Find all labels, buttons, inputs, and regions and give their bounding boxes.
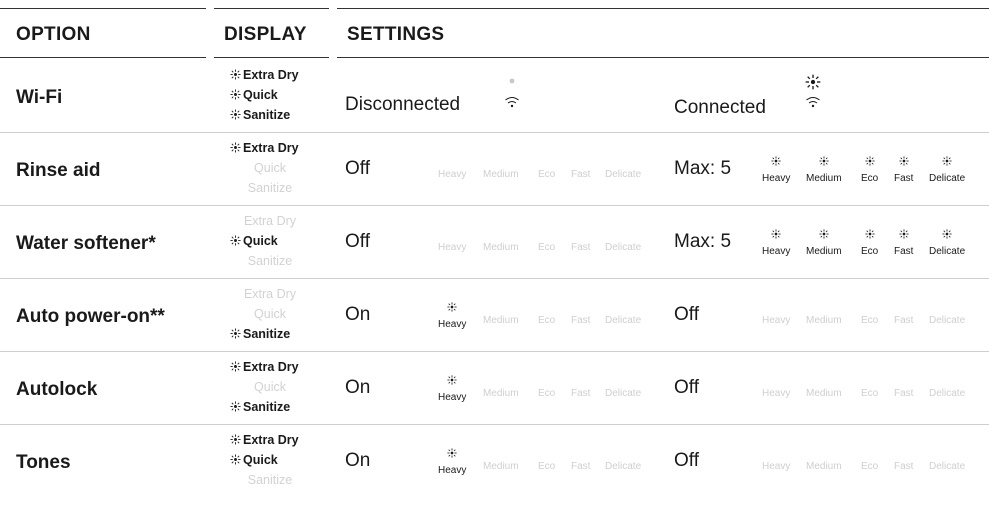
programs-right: Heavy Medium Eco Fast Delicate [0, 444, 989, 484]
program-label: Fast [894, 315, 914, 326]
setting-right-state: Connected [674, 97, 766, 118]
wifi-indicator-off-icon [500, 74, 524, 119]
program-indicator: Fast [894, 152, 913, 185]
header-settings: SETTINGS [347, 24, 445, 45]
program-label: Medium [806, 173, 842, 184]
program-indicator: Delicate [929, 371, 965, 400]
program-label: Eco [861, 173, 879, 184]
program-label: Delicate [929, 246, 966, 257]
programs-right: Heavy Medium Eco Fast Delicate [0, 152, 989, 192]
program-indicator: Eco [861, 298, 878, 327]
program-label: Medium [806, 315, 842, 326]
program-indicator: Medium [806, 371, 842, 400]
display-item-label: Extra Dry [243, 68, 299, 82]
setting-left-state: Disconnected [345, 94, 461, 115]
program-indicator: Delicate [929, 152, 965, 185]
display-item: Extra Dry [230, 65, 310, 85]
program-indicator: Eco [861, 152, 878, 185]
header-option: OPTION [16, 24, 91, 45]
program-indicator: Heavy [762, 444, 790, 473]
program-indicator: Delicate [929, 225, 965, 258]
program-indicator: Heavy [762, 152, 790, 185]
program-indicator: Heavy [762, 225, 790, 258]
program-label: Heavy [762, 388, 791, 399]
program-light-icon [929, 156, 965, 173]
program-indicator: Fast [894, 225, 913, 258]
program-label: Delicate [929, 173, 966, 184]
wifi-indicator-on-icon [801, 74, 825, 119]
row-divider [0, 424, 989, 425]
program-label: Eco [861, 315, 879, 326]
program-label: Heavy [762, 246, 791, 257]
header-option-cell: OPTION [0, 8, 206, 58]
header-display-cell: DISPLAY [214, 8, 329, 58]
header-display: DISPLAY [224, 24, 307, 45]
program-label: Delicate [929, 388, 966, 399]
program-indicator: Medium [806, 444, 842, 473]
programs-right: Heavy Medium Eco Fast Delicate [0, 298, 989, 338]
program-indicator: Delicate [929, 444, 965, 473]
program-indicator: Eco [861, 225, 878, 258]
program-indicator: Fast [894, 298, 913, 327]
program-label: Eco [861, 388, 879, 399]
program-light-icon [861, 229, 878, 246]
indicator-light-icon [230, 139, 241, 153]
programs-right: Heavy Medium Eco Fast Delicate [0, 371, 989, 411]
program-indicator: Eco [861, 371, 878, 400]
program-indicator: Heavy [762, 298, 790, 327]
program-indicator: Fast [894, 444, 913, 473]
program-label: Medium [806, 246, 842, 257]
program-label: Heavy [762, 315, 791, 326]
indicator-light-icon [230, 86, 241, 100]
row-divider [0, 205, 989, 206]
display-item: Quick [230, 85, 310, 105]
display-item-label: Sanitize [243, 108, 291, 122]
indicator-light-icon [230, 66, 241, 80]
row-divider [0, 351, 989, 352]
program-label: Fast [894, 388, 914, 399]
program-label: Eco [861, 246, 879, 257]
program-label: Medium [806, 388, 842, 399]
indicator-light-icon [230, 106, 241, 120]
program-light-icon [806, 229, 842, 246]
program-light-icon [762, 156, 790, 173]
row-divider [0, 132, 989, 133]
program-label: Delicate [929, 315, 966, 326]
row-divider [0, 278, 989, 279]
program-indicator: Delicate [929, 298, 965, 327]
program-label: Medium [806, 461, 842, 472]
indicator-light-icon [230, 431, 241, 445]
program-light-icon [894, 156, 913, 173]
programs-right: Heavy Medium Eco Fast Delicate [0, 225, 989, 265]
program-label: Fast [894, 461, 914, 472]
indicator-light-icon [230, 358, 241, 372]
program-light-icon [861, 156, 878, 173]
display-item-label: Quick [243, 88, 278, 102]
program-light-icon [894, 229, 913, 246]
display-item: Sanitize [230, 105, 310, 125]
option-label: Wi-Fi [16, 87, 63, 108]
program-light-icon [762, 229, 790, 246]
program-indicator: Medium [806, 225, 842, 258]
program-label: Fast [894, 246, 914, 257]
program-indicator: Heavy [762, 371, 790, 400]
program-label: Heavy [762, 461, 791, 472]
program-indicator: Medium [806, 298, 842, 327]
program-indicator: Medium [806, 152, 842, 185]
program-light-icon [929, 229, 965, 246]
program-indicator: Eco [861, 444, 878, 473]
program-label: Delicate [929, 461, 966, 472]
display-indicator: Extra Dry Quick Sanitize [230, 65, 310, 125]
program-label: Fast [894, 173, 914, 184]
program-label: Heavy [762, 173, 791, 184]
program-label: Eco [861, 461, 879, 472]
program-indicator: Fast [894, 371, 913, 400]
header-settings-cell: SETTINGS [337, 8, 989, 58]
program-light-icon [806, 156, 842, 173]
